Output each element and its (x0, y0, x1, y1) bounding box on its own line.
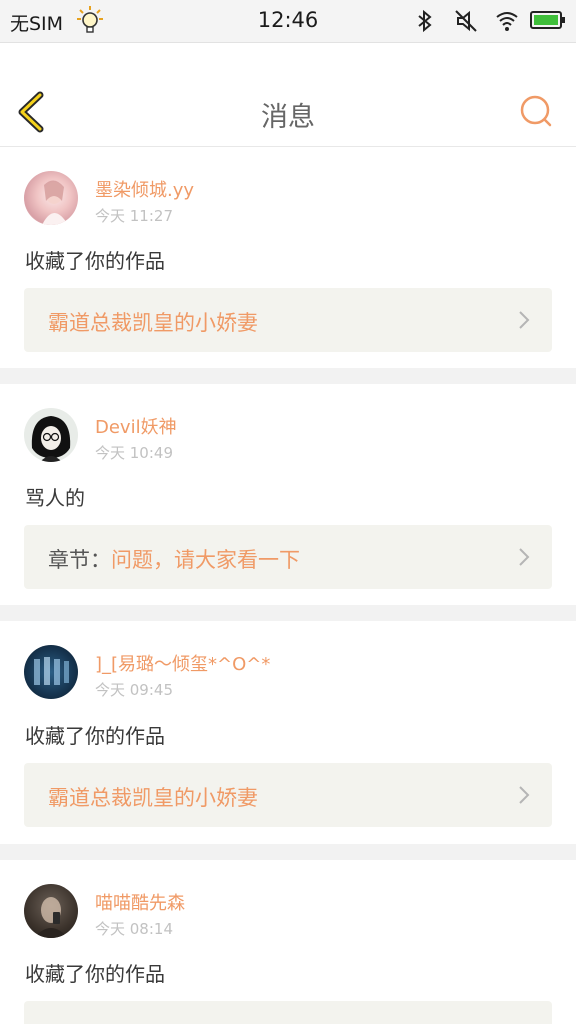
referenced-work-title: 霸道总裁凯皇的小娇妻 (48, 786, 258, 810)
chevron-right-icon (519, 548, 530, 566)
username[interactable]: 喵喵酷先森 (95, 889, 185, 915)
message-card: 墨染倾城.yy 今天 11:27 收藏了你的作品 霸道总裁凯皇的小娇妻 (0, 147, 576, 368)
avatar[interactable] (24, 645, 78, 699)
status-bar: 无SIM 12:46 (0, 0, 576, 43)
divider (0, 368, 576, 384)
username[interactable]: ]_[易璐～倾玺*^O^* (95, 650, 270, 676)
message-action: 收藏了你的作品 (25, 249, 165, 273)
message-card: ]_[易璐～倾玺*^O^* 今天 09:45 收藏了你的作品 霸道总裁凯皇的小娇… (0, 621, 576, 844)
message-action: 收藏了你的作品 (25, 962, 165, 986)
page-title: 消息 (261, 102, 315, 133)
battery-icon (530, 11, 565, 29)
chevron-right-icon (519, 786, 530, 804)
divider (0, 844, 576, 860)
nav-bar: 消息 (0, 43, 576, 147)
avatar[interactable] (24, 408, 78, 462)
wifi-icon (496, 12, 518, 31)
referenced-chapter-title: 问题，请大家看一下 (111, 548, 300, 572)
message-time: 今天 08:14 (95, 920, 173, 938)
divider (0, 605, 576, 621)
search-icon[interactable] (519, 94, 553, 128)
avatar[interactable] (24, 884, 78, 938)
bluetooth-icon (418, 9, 432, 33)
username[interactable]: Devil妖神 (95, 413, 177, 439)
message-time: 今天 09:45 (95, 681, 173, 699)
chevron-right-icon (519, 311, 530, 329)
message-time: 今天 11:27 (95, 207, 173, 225)
mute-icon (455, 10, 477, 32)
message-card: 喵喵酷先森 今天 08:14 收藏了你的作品 (0, 860, 576, 1024)
message-action: 骂人的 (25, 486, 85, 510)
chapter-prefix: 章节： (48, 548, 111, 572)
referenced-work-link[interactable] (24, 1001, 552, 1024)
message-action: 收藏了你的作品 (25, 724, 165, 748)
referenced-work-title: 霸道总裁凯皇的小娇妻 (48, 311, 258, 335)
referenced-work-link[interactable]: 霸道总裁凯皇的小娇妻 (24, 763, 552, 827)
message-time: 今天 10:49 (95, 444, 173, 462)
referenced-chapter-link[interactable]: 章节：问题，请大家看一下 (24, 525, 552, 589)
status-time: 12:46 (257, 8, 319, 32)
avatar[interactable] (24, 171, 78, 225)
message-card: Devil妖神 今天 10:49 骂人的 章节：问题，请大家看一下 (0, 384, 576, 605)
username[interactable]: 墨染倾城.yy (95, 176, 194, 202)
referenced-work-link[interactable]: 霸道总裁凯皇的小娇妻 (24, 288, 552, 352)
